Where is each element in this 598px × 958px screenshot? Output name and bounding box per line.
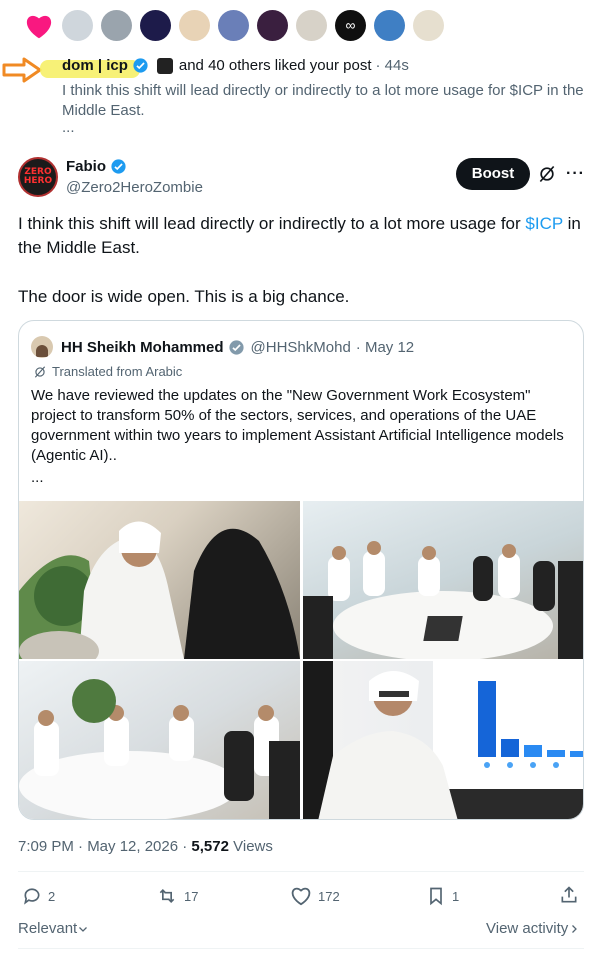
bookmark-count: 1	[452, 888, 460, 904]
quote-avatar[interactable]	[31, 336, 53, 358]
like-count: 172	[318, 888, 340, 904]
bookmark-icon	[430, 887, 442, 906]
presentation-photo[interactable]	[303, 661, 583, 819]
quoted-post[interactable]: HH Sheikh Mohammed @HHShkMohd · May 12 T…	[18, 320, 584, 820]
post-preview-ellipsis: ...	[62, 119, 75, 136]
sort-dropdown[interactable]: Relevant	[18, 920, 89, 937]
liker-name[interactable]: dom | icp	[62, 57, 128, 74]
divider	[18, 871, 584, 872]
meeting-photo[interactable]	[19, 661, 300, 819]
author-name-row[interactable]: Fabio	[66, 158, 127, 175]
quote-author-name[interactable]: HH Sheikh Mohammed	[61, 339, 224, 356]
divider	[18, 948, 584, 949]
author-handle[interactable]: @Zero2HeroZombie	[66, 179, 203, 196]
avatar[interactable]	[218, 10, 249, 41]
grok-icon[interactable]	[537, 164, 557, 184]
more-options-icon[interactable]: ···	[566, 165, 585, 183]
chevron-down-icon	[79, 926, 88, 932]
quote-header: HH Sheikh Mohammed @HHShkMohd · May 12	[31, 336, 414, 358]
boost-button[interactable]: Boost	[456, 158, 530, 190]
reply-icon	[24, 888, 40, 905]
translated-label: Translated from Arabic	[33, 364, 182, 379]
notification-line: dom | icp and 40 others liked your post …	[62, 57, 409, 74]
translate-icon	[34, 365, 46, 378]
share-button[interactable]	[559, 885, 585, 905]
quote-ellipsis: ...	[31, 469, 44, 486]
repost-count: 17	[184, 888, 199, 904]
author-avatar[interactable]: ZERO HERO	[18, 157, 58, 197]
avatar[interactable]	[101, 10, 132, 41]
avatar[interactable]	[140, 10, 171, 41]
views-count: 5,572	[191, 838, 229, 855]
tweet-text: I think this shift will lead directly or…	[18, 212, 588, 260]
avatar-text: HERO	[23, 176, 53, 186]
liker-avatars: ∞	[24, 10, 444, 41]
cashtag-link[interactable]: $ICP	[525, 214, 563, 233]
avatar[interactable]	[296, 10, 327, 41]
chevron-right-icon	[572, 924, 578, 933]
repost-icon	[159, 888, 175, 904]
quote-handle[interactable]: @HHShkMohd	[251, 339, 351, 356]
reply-button[interactable]: 2	[22, 886, 55, 906]
quote-text: We have reviewed the updates on the "New…	[31, 387, 564, 464]
arrow-annotation-icon	[2, 57, 42, 83]
view-activity-link[interactable]: View activity	[486, 920, 580, 937]
repost-button[interactable]: 17	[156, 886, 198, 906]
author-name[interactable]: Fabio	[66, 158, 106, 175]
verified-icon	[133, 58, 148, 73]
like-button[interactable]: 172	[290, 886, 340, 906]
heart-icon	[24, 11, 54, 41]
share-icon	[561, 886, 577, 903]
action-bar: 2 17 172 1	[18, 884, 584, 908]
post-preview[interactable]: I think this shift will lead directly or…	[62, 81, 592, 121]
avatar[interactable]	[257, 10, 288, 41]
liked-text: and 40 others liked your post	[178, 57, 372, 74]
bookmark-button[interactable]: 1	[426, 886, 459, 906]
reply-count: 2	[48, 888, 56, 904]
sort-label: Relevant	[18, 920, 78, 937]
view-activity-label: View activity	[486, 920, 569, 937]
meeting-photo[interactable]	[19, 501, 300, 659]
verified-icon	[111, 159, 126, 174]
tweet-text-part: I think this shift will lead directly or…	[18, 214, 526, 233]
avatar[interactable]	[374, 10, 405, 41]
notification-time: · 44s	[375, 57, 409, 74]
post-meta: 7:09 PM · May 12, 2026 · 5,572 Views	[18, 838, 273, 855]
views-label: Views	[228, 838, 273, 855]
meeting-photo[interactable]	[303, 501, 583, 659]
avatar[interactable]	[179, 10, 210, 41]
translated-text: Translated from Arabic	[52, 364, 183, 379]
quote-date[interactable]: · May 12	[356, 339, 414, 356]
mini-avatar	[156, 57, 173, 74]
like-icon	[291, 887, 311, 906]
tweet-text-line2: The door is wide open. This is a big cha…	[18, 287, 350, 306]
avatar[interactable]: ∞	[335, 10, 366, 41]
gov-verified-icon	[228, 339, 244, 355]
post-timestamp[interactable]: 7:09 PM · May 12, 2026 ·	[18, 838, 191, 855]
avatar[interactable]	[413, 10, 444, 41]
avatar[interactable]	[62, 10, 93, 41]
